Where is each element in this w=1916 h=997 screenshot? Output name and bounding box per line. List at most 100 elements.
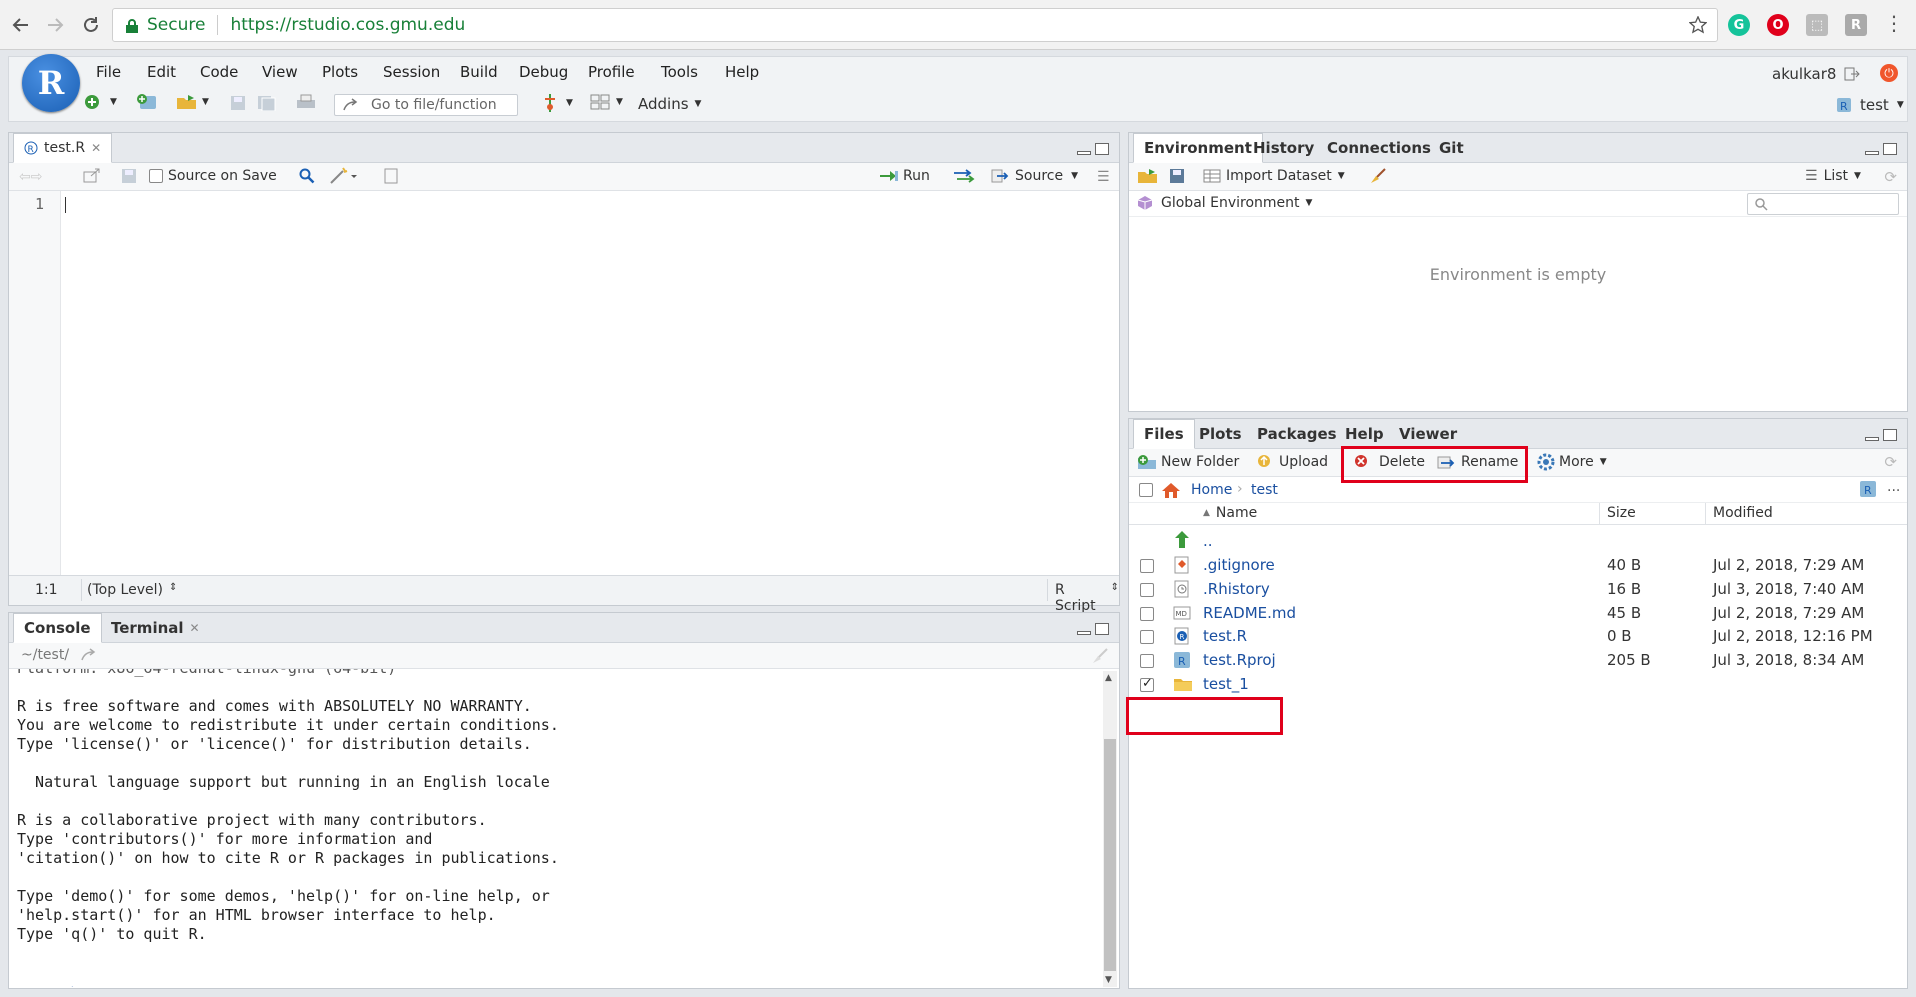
file-row[interactable]: ✓ test_1 [1129, 670, 1907, 699]
scroll-up-arrow-icon[interactable]: ▲ [1105, 673, 1112, 683]
minimize-icon[interactable] [1865, 437, 1879, 441]
global-environment-selector[interactable]: Global Environment ▼ [1137, 195, 1312, 211]
name-column-header[interactable]: ▲ Name [1203, 505, 1257, 521]
version-control-button[interactable]: ▼ [542, 93, 573, 113]
select-all-checkbox[interactable] [1139, 483, 1153, 497]
tab-help[interactable]: Help [1335, 419, 1394, 449]
pane-layout-button[interactable]: ▼ [590, 94, 623, 110]
maximize-icon[interactable] [1883, 429, 1897, 441]
open-file-button[interactable]: ▼ [176, 94, 209, 110]
file-type-selector[interactable]: R Script ⇕ [1055, 582, 1119, 614]
file-name-link[interactable]: test.R [1203, 627, 1247, 645]
tab-git[interactable]: Git [1429, 133, 1474, 163]
file-name-link[interactable]: test.Rproj [1203, 651, 1276, 669]
maximize-icon[interactable] [1883, 143, 1897, 155]
close-tab-icon[interactable]: ✕ [91, 141, 101, 155]
back-nav-icon[interactable]: ⇦⇨ [19, 169, 42, 185]
tab-plots[interactable]: Plots [1189, 419, 1252, 449]
size-column-header[interactable]: Size [1607, 505, 1636, 521]
parent-directory-link[interactable]: .. [1203, 532, 1213, 550]
editor-minmax[interactable] [1077, 143, 1111, 157]
tab-files[interactable]: Files [1133, 419, 1195, 449]
save-all-button[interactable] [257, 95, 277, 111]
new-file-button[interactable]: ▼ [84, 94, 117, 110]
browser-menu-icon[interactable]: ⋮ [1884, 13, 1904, 33]
list-view-button[interactable]: ☰ List ▼ [1805, 168, 1861, 184]
clear-console-broom-icon[interactable] [1091, 647, 1109, 665]
back-arrow-icon[interactable] [6, 10, 36, 40]
run-button[interactable]: Run [879, 168, 930, 184]
file-checkbox[interactable] [1140, 654, 1154, 669]
file-name-link[interactable]: README.md [1203, 604, 1296, 622]
menu-profile[interactable]: Profile [588, 63, 635, 81]
menu-session[interactable]: Session [383, 63, 440, 81]
load-workspace-icon[interactable] [1137, 168, 1159, 184]
show-in-window-icon[interactable] [83, 168, 101, 184]
minimize-icon[interactable] [1077, 151, 1091, 155]
file-name-link[interactable]: .Rhistory [1203, 580, 1270, 598]
code-tools-wand-icon[interactable] [329, 167, 357, 185]
minimize-icon[interactable] [1865, 151, 1879, 155]
editor-save-icon[interactable] [121, 168, 137, 184]
file-name-link[interactable]: .gitignore [1203, 556, 1275, 574]
file-checkbox[interactable] [1140, 606, 1154, 621]
source-on-save-toggle[interactable]: Source on Save [149, 168, 277, 184]
file-checkbox[interactable]: ✓ [1140, 676, 1154, 692]
compile-report-icon[interactable] [383, 168, 399, 184]
scroll-down-arrow-icon[interactable]: ▼ [1105, 975, 1112, 985]
scrollbar-thumb[interactable] [1104, 739, 1116, 971]
forward-arrow-icon[interactable] [40, 10, 70, 40]
opera-extension-icon[interactable]: O [1767, 14, 1789, 36]
grammarly-extension-icon[interactable]: G [1728, 14, 1750, 36]
files-minmax[interactable] [1865, 429, 1899, 443]
environment-minmax[interactable] [1865, 143, 1899, 157]
menu-view[interactable]: View [262, 63, 298, 81]
file-name-link[interactable]: test_1 [1203, 675, 1249, 693]
find-replace-icon[interactable] [299, 168, 315, 184]
address-bar[interactable]: Secure https://rstudio.cos.gmu.edu [112, 8, 1718, 42]
menu-help[interactable]: Help [725, 63, 759, 81]
more-button[interactable]: More ▼ [1537, 453, 1607, 471]
pdf-extension-icon[interactable]: ⬚ [1806, 14, 1828, 36]
rerun-icon[interactable] [953, 169, 977, 183]
maximize-icon[interactable] [1095, 623, 1109, 635]
file-checkbox[interactable] [1140, 630, 1154, 645]
menu-file[interactable]: File [96, 63, 121, 81]
bookmark-star-icon[interactable] [1689, 16, 1707, 34]
tab-viewer[interactable]: Viewer [1389, 419, 1467, 449]
reload-icon[interactable] [76, 10, 106, 40]
console-prompt[interactable]: > [17, 963, 1087, 987]
refresh-environment-icon[interactable]: ⟳ [1884, 168, 1897, 186]
source-on-save-checkbox[interactable] [149, 169, 163, 183]
code-editor-area[interactable] [61, 191, 1119, 575]
modified-column-header[interactable]: Modified [1713, 505, 1773, 521]
power-icon[interactable]: ⏻ [1880, 64, 1898, 82]
console-minmax[interactable] [1077, 623, 1111, 637]
home-icon[interactable] [1161, 481, 1181, 499]
editor-tab-test-r[interactable]: R test.R ✕ [13, 133, 113, 163]
breadcrumb-test[interactable]: test [1251, 482, 1278, 498]
menu-code[interactable]: Code [200, 63, 238, 81]
new-folder-button[interactable]: New Folder [1137, 454, 1239, 470]
tab-connections[interactable]: Connections [1317, 133, 1441, 163]
menu-debug[interactable]: Debug [519, 63, 568, 81]
sign-out-icon[interactable] [1844, 67, 1861, 81]
maximize-icon[interactable] [1095, 143, 1109, 155]
close-tab-icon[interactable]: ✕ [190, 621, 200, 635]
console-output[interactable]: Platform: x86_64-redhat-linux-gnu (64-bi… [17, 669, 1087, 987]
scope-selector[interactable]: (Top Level) ⇕ [87, 582, 177, 598]
go-to-project-icon[interactable]: R [1859, 480, 1877, 498]
import-dataset-button[interactable]: Import Dataset ▼ [1203, 168, 1345, 184]
tab-terminal[interactable]: Terminal ✕ [101, 613, 210, 643]
menu-build[interactable]: Build [460, 63, 498, 81]
save-button[interactable] [230, 95, 246, 111]
tab-console[interactable]: Console [13, 613, 102, 643]
save-workspace-icon[interactable] [1169, 168, 1185, 184]
r-extension-icon[interactable]: R [1845, 14, 1867, 36]
file-checkbox[interactable] [1140, 559, 1154, 573]
goto-file-input[interactable]: Go to file/function [334, 94, 518, 116]
console-scrollbar[interactable]: ▲ ▼ [1103, 671, 1117, 987]
source-button[interactable]: Source ▼ [991, 168, 1078, 184]
clear-objects-broom-icon[interactable] [1369, 167, 1387, 185]
project-menu[interactable]: R test ▼ [1836, 96, 1904, 114]
